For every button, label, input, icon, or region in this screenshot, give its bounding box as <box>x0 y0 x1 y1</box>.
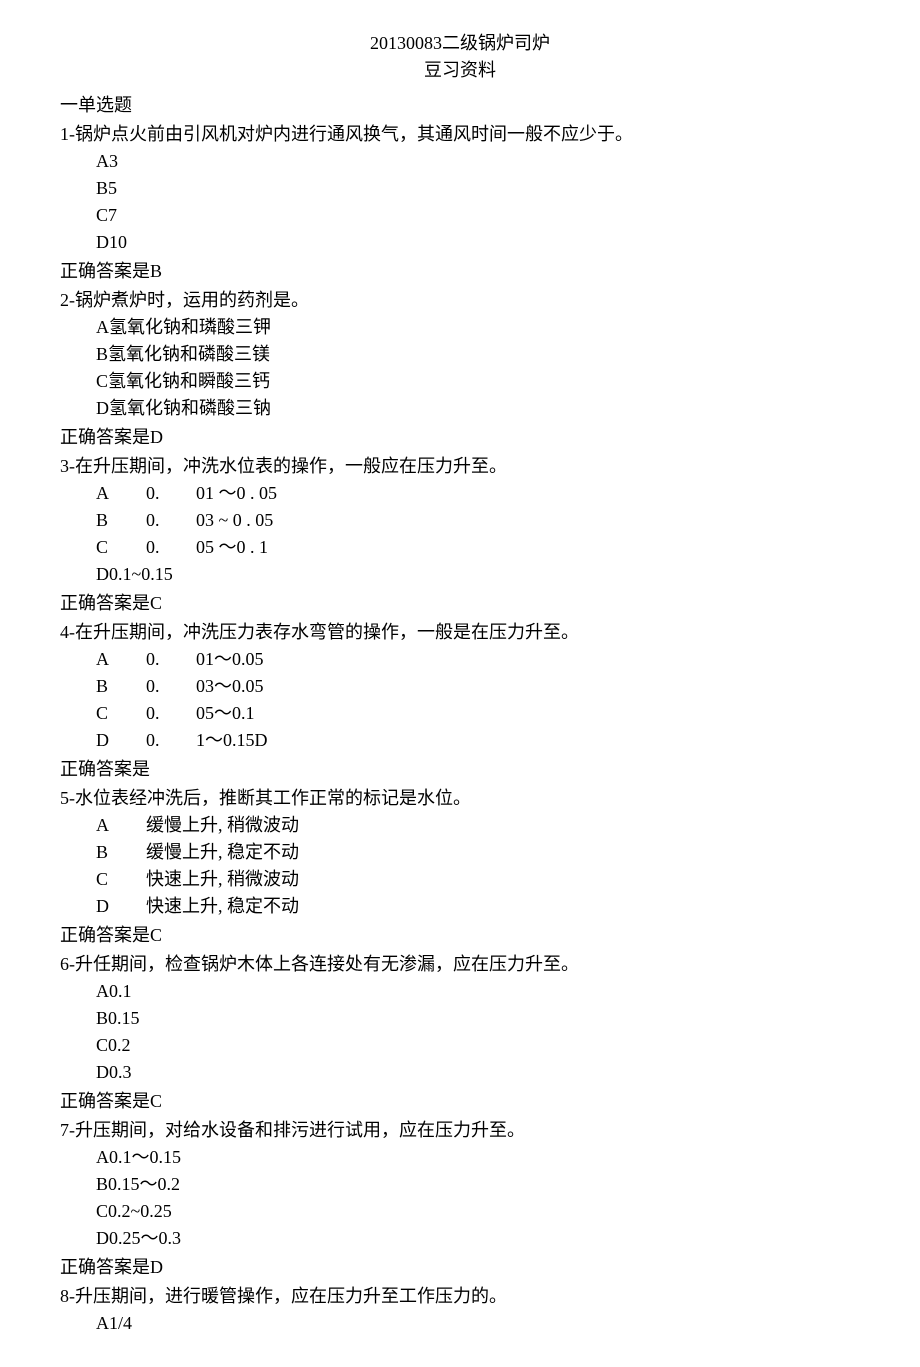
question-stem: 1-锅炉点火前由引风机对炉内进行通风换气，其通风时间一般不应少于。 <box>60 121 860 148</box>
question-answer: 正确答案是D <box>60 1254 860 1281</box>
question-option: C7 <box>60 202 860 229</box>
option-prefix: 0. <box>146 727 196 754</box>
option-value: 快速上升, 稍微波动 <box>146 866 299 893</box>
option-value: 03 ~ 0 . 05 <box>196 507 277 534</box>
document-subtitle: 豆习资料 <box>60 57 860 84</box>
question-option: C0.2 <box>60 1032 860 1059</box>
question-option-row: A 0. 01～0.05 <box>96 646 268 673</box>
question-option-row: B 0. 03 ~ 0 . 05 <box>96 507 277 534</box>
question-option: D0.3 <box>60 1059 860 1086</box>
question-stem: 2-锅炉煮炉时，运用的药剂是。 <box>60 287 860 314</box>
question-stem: 8-升压期间，进行暖管操作，应在压力升至工作压力的。 <box>60 1283 860 1310</box>
option-letter: B <box>96 839 146 866</box>
option-prefix: 0. <box>146 646 196 673</box>
option-value: 05 ～0 . 1 <box>196 534 277 561</box>
question-option-row: D 快速上升, 稳定不动 <box>96 893 299 920</box>
option-value: 01～0.05 <box>196 646 268 673</box>
question-option: B5 <box>60 175 860 202</box>
option-value: 1～0.15D <box>196 727 268 754</box>
question-option: B氢氧化钠和磷酸三镁 <box>60 341 860 368</box>
option-letter: C <box>96 700 146 727</box>
question-option: B0.15～0.2 <box>60 1171 860 1198</box>
option-letter: C <box>96 866 146 893</box>
question-stem: 4-在升压期间，冲洗压力表存水弯管的操作，一般是在压力升至。 <box>60 619 860 646</box>
question-option-row: A 缓慢上升, 稍微波动 <box>96 812 299 839</box>
option-prefix: 0. <box>146 480 196 507</box>
question-option: C0.2~0.25 <box>60 1198 860 1225</box>
question-answer: 正确答案是C <box>60 590 860 617</box>
document-title: 20130083二级锅炉司炉 <box>60 30 860 57</box>
question-answer: 正确答案是B <box>60 258 860 285</box>
option-prefix: 0. <box>146 534 196 561</box>
question-option-row: D 0. 1～0.15D <box>96 727 268 754</box>
option-letter: B <box>96 507 146 534</box>
question-option: D0.25～0.3 <box>60 1225 860 1252</box>
option-letter: A <box>96 812 146 839</box>
option-prefix: 0. <box>146 673 196 700</box>
option-value: 缓慢上升, 稍微波动 <box>146 812 299 839</box>
question-stem: 3-在升压期间，冲洗水位表的操作，一般应在压力升至。 <box>60 453 860 480</box>
question-answer: 正确答案是C <box>60 1088 860 1115</box>
option-letter: A <box>96 480 146 507</box>
option-letter: C <box>96 534 146 561</box>
question-option-table: A 缓慢上升, 稍微波动 B 缓慢上升, 稳定不动 C 快速上升, 稍微波动 D… <box>60 812 299 920</box>
option-letter: D <box>96 893 146 920</box>
question-option: C氢氧化钠和瞬酸三钙 <box>60 368 860 395</box>
question-option-table: A 0. 01～0.05 B 0. 03～0.05 C 0. 05～0.1 D … <box>60 646 268 754</box>
question-answer: 正确答案是C <box>60 922 860 949</box>
option-prefix: 0. <box>146 700 196 727</box>
question-option: B0.15 <box>60 1005 860 1032</box>
question-answer: 正确答案是D <box>60 424 860 451</box>
option-value: 03～0.05 <box>196 673 268 700</box>
question-answer: 正确答案是 <box>60 756 860 783</box>
question-option-row: C 0. 05 ～0 . 1 <box>96 534 277 561</box>
question-stem: 6-升任期间，检查锅炉木体上各连接处有无渗漏，应在压力升至。 <box>60 951 860 978</box>
question-option: A3 <box>60 148 860 175</box>
question-option-row: C 0. 05～0.1 <box>96 700 268 727</box>
option-value: 05～0.1 <box>196 700 268 727</box>
option-letter: B <box>96 673 146 700</box>
option-prefix: 0. <box>146 507 196 534</box>
question-option: A1/4 <box>60 1310 860 1337</box>
section-header: 一单选题 <box>60 92 860 119</box>
question-option: A0.1 <box>60 978 860 1005</box>
question-option: D氢氧化钠和磷酸三钠 <box>60 395 860 422</box>
question-option: D0.1~0.15 <box>60 561 860 588</box>
question-option: D10 <box>60 229 860 256</box>
option-value: 快速上升, 稳定不动 <box>146 893 299 920</box>
question-stem: 5-水位表经冲洗后，推断其工作正常的标记是水位。 <box>60 785 860 812</box>
question-stem: 7-升压期间，对给水设备和排污进行试用，应在压力升至。 <box>60 1117 860 1144</box>
question-option: A氢氧化钠和璘酸三钾 <box>60 314 860 341</box>
question-option-row: B 0. 03～0.05 <box>96 673 268 700</box>
question-option-row: A 0. 01 ～0 . 05 <box>96 480 277 507</box>
question-option-table: A 0. 01 ～0 . 05 B 0. 03 ~ 0 . 05 C 0. 05… <box>60 480 277 561</box>
question-option: A0.1～0.15 <box>60 1144 860 1171</box>
option-letter: A <box>96 646 146 673</box>
option-letter: D <box>96 727 146 754</box>
option-value: 缓慢上升, 稳定不动 <box>146 839 299 866</box>
question-option-row: B 缓慢上升, 稳定不动 <box>96 839 299 866</box>
option-value: 01 ～0 . 05 <box>196 480 277 507</box>
question-option-row: C 快速上升, 稍微波动 <box>96 866 299 893</box>
